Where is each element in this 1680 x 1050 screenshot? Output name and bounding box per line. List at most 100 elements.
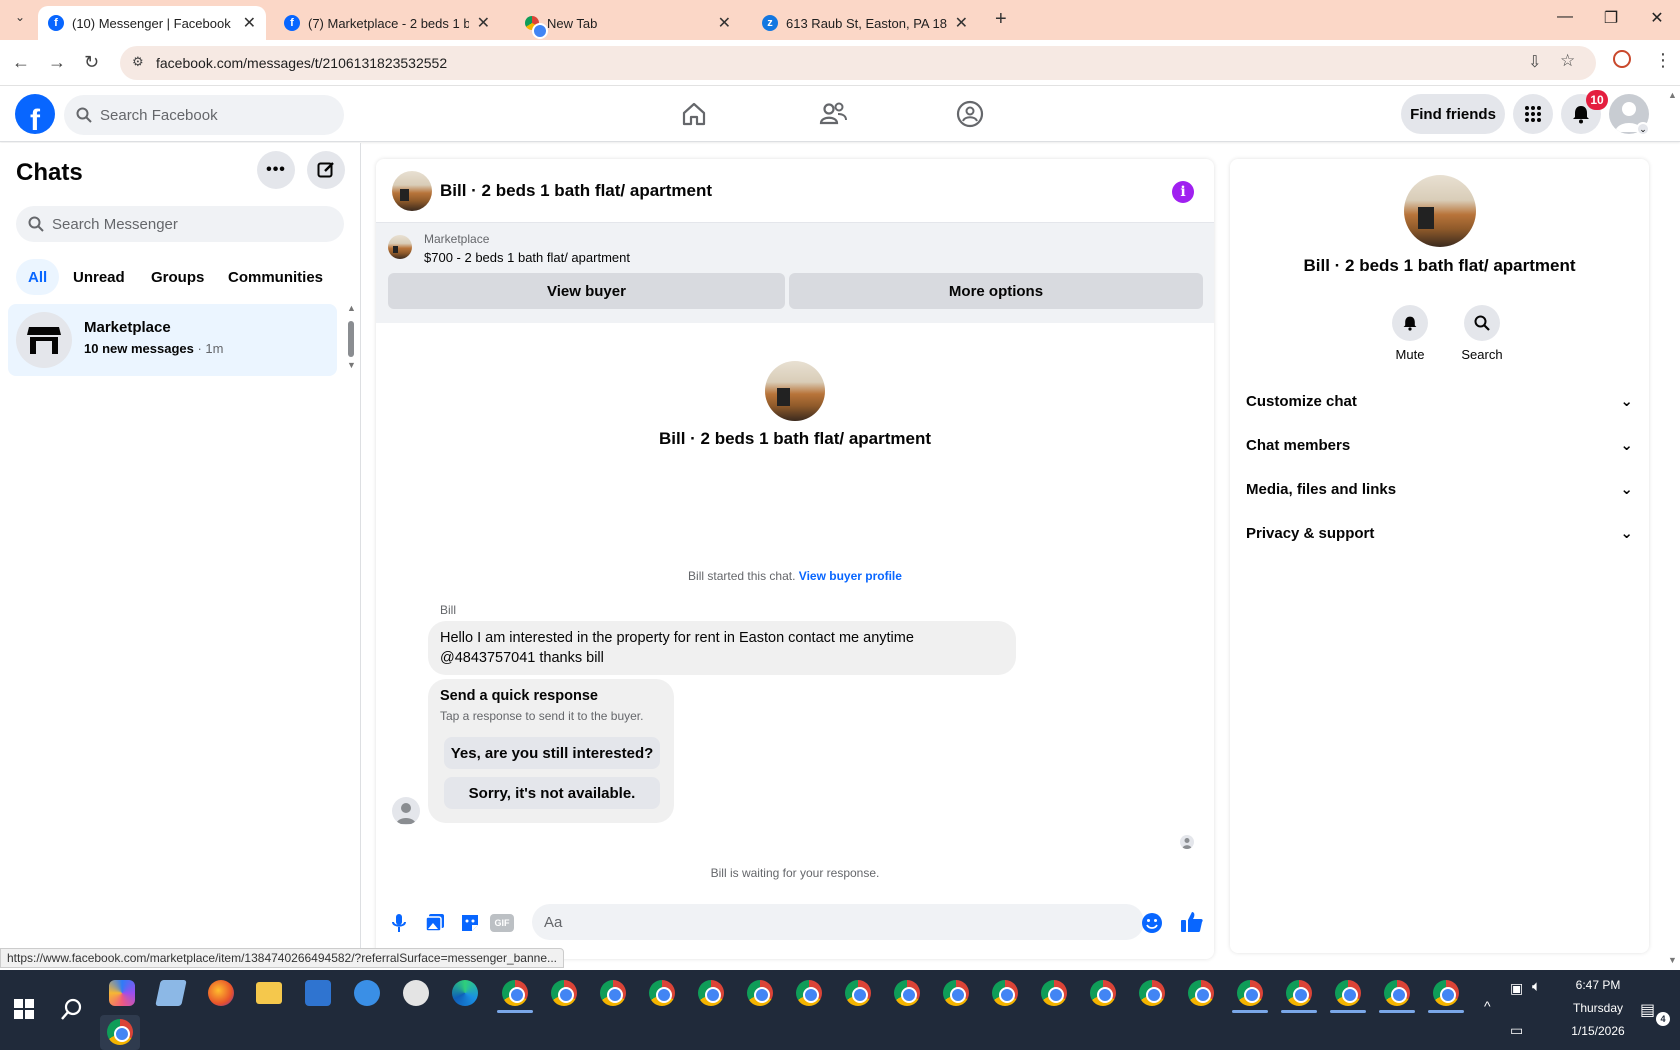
emoji-icon[interactable] (1141, 912, 1163, 934)
forward-icon[interactable]: → (48, 52, 66, 73)
facebook-logo-icon[interactable]: f (15, 94, 55, 134)
chrome-taskbar-icon[interactable] (1139, 980, 1165, 1006)
listing-thumbnail[interactable] (392, 171, 432, 211)
chat-info-avatar[interactable] (1404, 175, 1476, 247)
tab-messenger[interactable]: f (10) Messenger | Facebook ✕ (38, 6, 266, 40)
privacy-support-section[interactable]: Privacy & support ⌄ (1246, 513, 1633, 553)
page-scroll-up-icon[interactable]: ▲ (1668, 90, 1677, 100)
chat-options-button[interactable]: ••• (257, 151, 295, 189)
filter-groups[interactable]: Groups (139, 259, 216, 295)
notification-center-icon[interactable]: ▤ (1640, 1000, 1655, 1020)
chat-list-item[interactable]: Marketplace 10 new messages · 1m (8, 304, 337, 376)
volume-icon[interactable]: 🔈︎ (1532, 978, 1541, 995)
chrome-taskbar-icon[interactable] (1090, 980, 1116, 1006)
close-tab-icon[interactable]: ✕ (243, 13, 256, 33)
chrome-taskbar-icon[interactable] (1335, 980, 1361, 1006)
sender-avatar[interactable] (392, 797, 420, 825)
new-message-button[interactable] (307, 151, 345, 189)
tab-zillow[interactable]: z 613 Raub St, Easton, PA 18042 | ✕ (752, 6, 978, 40)
conversation-title[interactable]: Bill · 2 beds 1 bath flat/ apartment (440, 181, 712, 201)
minimize-icon[interactable]: — (1542, 8, 1588, 26)
reload-icon[interactable]: ↻ (84, 52, 99, 73)
bookmark-star-icon[interactable]: ☆ (1560, 51, 1575, 71)
tab-new-tab[interactable]: New Tab ✕ (515, 6, 741, 40)
chrome-taskbar-icon[interactable] (894, 980, 920, 1006)
chrome-taskbar-icon[interactable] (992, 980, 1018, 1006)
facebook-search-input[interactable]: Search Facebook (64, 95, 344, 135)
chrome-taskbar-icon[interactable] (1188, 980, 1214, 1006)
restore-icon[interactable]: ❐ (1588, 8, 1634, 28)
meet-now-icon[interactable]: ▣ (1510, 980, 1523, 997)
back-icon[interactable]: ← (12, 52, 30, 73)
show-hidden-icons-chevron[interactable]: ^ (1484, 998, 1491, 1014)
network-icon[interactable]: ▭ (1510, 1022, 1523, 1039)
home-nav-icon[interactable] (674, 98, 714, 130)
filter-all[interactable]: All (16, 259, 60, 295)
firefox-icon[interactable] (208, 980, 234, 1006)
close-window-icon[interactable]: ✕ (1634, 8, 1680, 28)
account-chevron-icon[interactable]: ⌄ (1636, 122, 1650, 136)
edge-icon[interactable] (452, 980, 478, 1006)
skype-app-icon[interactable] (354, 980, 380, 1006)
tab-search-icon[interactable]: ⌄ (10, 10, 30, 30)
customize-chat-section[interactable]: Customize chat ⌄ (1246, 381, 1633, 421)
address-bar[interactable]: ⚙ facebook.com/messages/t/21061318235325… (120, 46, 1596, 80)
menu-grid-button[interactable] (1513, 94, 1553, 134)
close-tab-icon[interactable]: ✕ (955, 13, 968, 33)
gif-icon[interactable]: GIF (490, 914, 514, 932)
chat-members-section[interactable]: Chat members ⌄ (1246, 425, 1633, 465)
paint-app-icon[interactable] (403, 980, 429, 1006)
copilot-icon[interactable] (109, 980, 135, 1006)
notes-app-icon[interactable] (155, 980, 187, 1006)
chrome-taskbar-icon[interactable] (1237, 980, 1263, 1006)
info-icon[interactable]: i (1172, 181, 1194, 203)
listing-thumbnail-small[interactable] (388, 235, 412, 259)
quick-response-no-button[interactable]: Sorry, it's not available. (444, 777, 660, 809)
groups-nav-icon[interactable] (950, 98, 990, 130)
message-composer-input[interactable]: Aa (532, 904, 1144, 940)
find-friends-button[interactable]: Find friends (1401, 94, 1505, 134)
chrome-taskbar-icon[interactable] (747, 980, 773, 1006)
pinned-chrome-slot[interactable] (100, 1015, 140, 1050)
chrome-taskbar-icon[interactable] (551, 980, 577, 1006)
message-bubble[interactable]: Hello I am interested in the property fo… (428, 621, 1016, 675)
sidebar-scrollbar[interactable] (348, 321, 354, 357)
scroll-down-icon[interactable]: ▼ (347, 360, 356, 370)
chrome-taskbar-icon[interactable] (943, 980, 969, 1006)
view-buyer-button[interactable]: View buyer (388, 273, 785, 309)
chrome-taskbar-icon[interactable] (698, 980, 724, 1006)
taskbar-clock[interactable]: 6:47 PM Thursday 1/15/2026 (1548, 978, 1648, 1038)
microphone-icon[interactable] (390, 913, 408, 933)
chrome-taskbar-icon[interactable] (1433, 980, 1459, 1006)
windows-start-icon[interactable] (14, 999, 34, 1019)
chrome-taskbar-icon[interactable] (1384, 980, 1410, 1006)
tab-marketplace[interactable]: f (7) Marketplace - 2 beds 1 bath ✕ (274, 6, 500, 40)
filter-communities[interactable]: Communities (216, 259, 335, 295)
file-explorer-icon[interactable] (256, 982, 282, 1004)
close-tab-icon[interactable]: ✕ (718, 13, 731, 33)
new-tab-icon[interactable]: + (995, 8, 1007, 31)
chrome-taskbar-icon[interactable] (796, 980, 822, 1006)
thumbs-up-icon[interactable] (1180, 910, 1204, 934)
view-buyer-profile-link[interactable]: View buyer profile (799, 569, 902, 583)
chrome-taskbar-icon[interactable] (502, 980, 528, 1006)
mute-action[interactable]: Mute (1385, 305, 1435, 362)
chrome-taskbar-icon[interactable] (649, 980, 675, 1006)
filter-unread[interactable]: Unread (61, 259, 137, 295)
page-scroll-down-icon[interactable]: ▼ (1668, 955, 1677, 965)
chrome-taskbar-icon[interactable] (1286, 980, 1312, 1006)
profile-icon[interactable] (1613, 50, 1631, 68)
search-action[interactable]: Search (1452, 305, 1512, 362)
chrome-taskbar-icon[interactable] (600, 980, 626, 1006)
close-tab-icon[interactable]: ✕ (477, 13, 490, 33)
quick-response-yes-button[interactable]: Yes, are you still interested? (444, 737, 660, 769)
sticker-icon[interactable] (460, 913, 480, 933)
listing-price-title[interactable]: $700 - 2 beds 1 bath flat/ apartment (424, 250, 630, 265)
install-app-icon[interactable]: ⇩ (1528, 52, 1541, 72)
chrome-taskbar-icon[interactable] (1041, 980, 1067, 1006)
photo-gallery-icon[interactable] (425, 913, 445, 933)
taskbar-search-icon[interactable] (61, 998, 83, 1020)
menu-kebab-icon[interactable]: ⋮ (1654, 50, 1672, 71)
friends-nav-icon[interactable] (813, 98, 853, 130)
chrome-taskbar-icon[interactable] (845, 980, 871, 1006)
